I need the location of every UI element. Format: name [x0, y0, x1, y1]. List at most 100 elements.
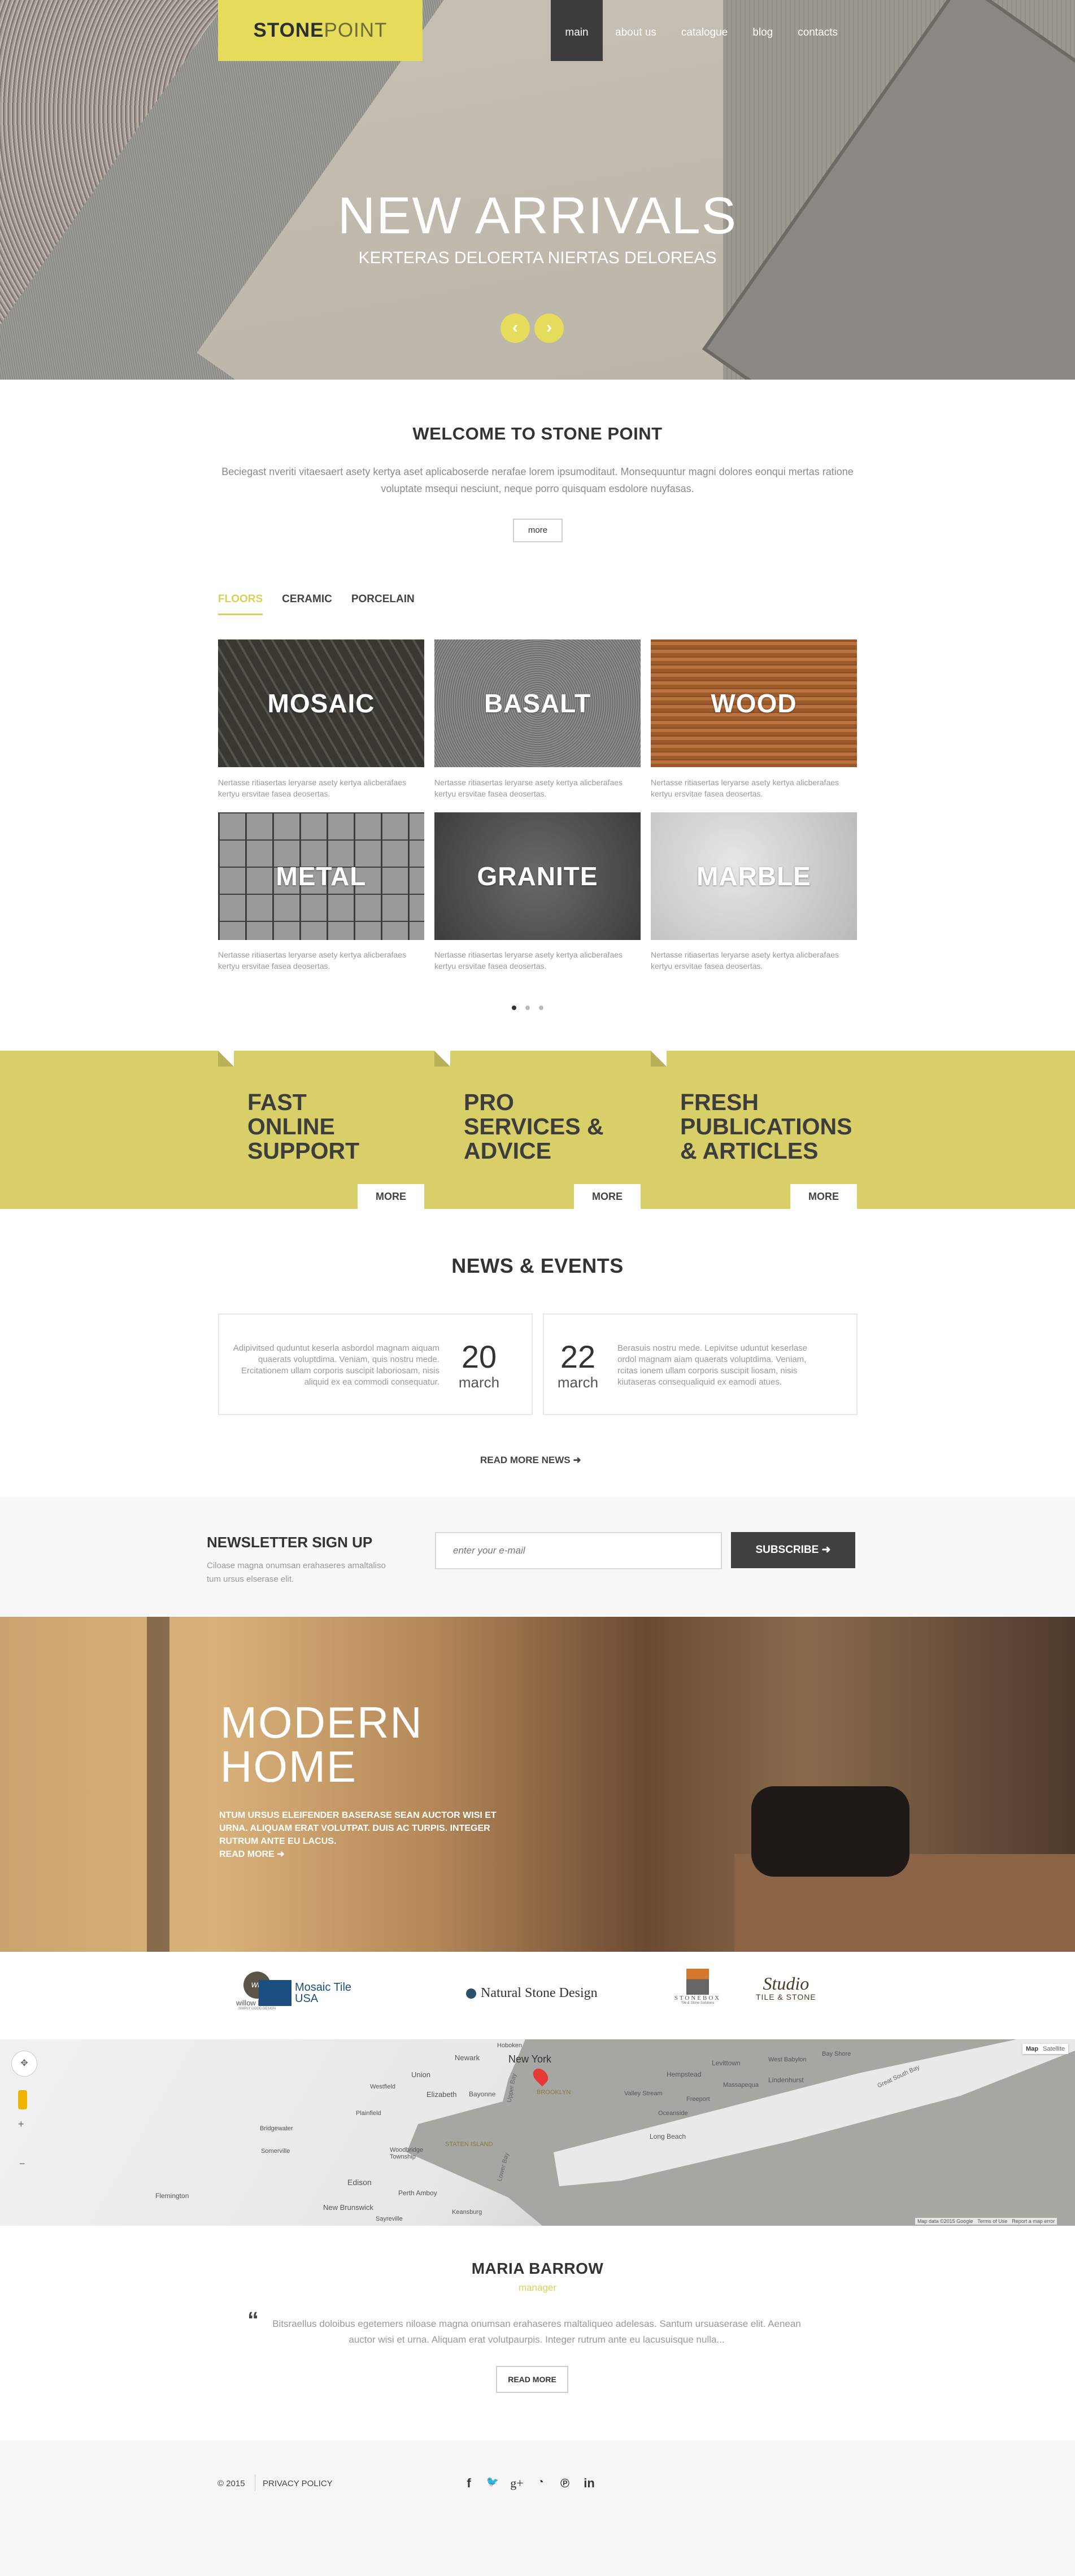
news-card[interactable]: 22 march Berasuis nostru mede. Lepivitse… [543, 1313, 858, 1415]
partner-stonebox[interactable]: STONEBOX Tile & Stone Solutions [667, 1969, 729, 2005]
map-label: West Babylon [768, 2056, 807, 2063]
logo[interactable]: STONE POINT [218, 0, 423, 61]
testimonial-role: manager [518, 2282, 557, 2293]
report-link[interactable]: Report a map error [1012, 2218, 1055, 2224]
pager-dot-active[interactable] [512, 1006, 516, 1010]
tile-granite[interactable]: GRANITE [434, 812, 641, 940]
read-more-news-link[interactable]: READ MORE NEWS ➜ [480, 1455, 581, 1466]
map-label: Union [411, 2070, 430, 2079]
pager-dot[interactable] [539, 1006, 543, 1010]
subscribe-button[interactable]: SUBSCRIBE ➜ [731, 1532, 855, 1568]
news-day: 22 [560, 1339, 596, 1374]
map-label: Flemington [155, 2192, 189, 2200]
map[interactable]: ✥ + − New York Newark Hoboken BROOKLYN E… [0, 2039, 1075, 2226]
map-label: Elizabeth [426, 2090, 457, 2099]
map-label: Hoboken [497, 2042, 523, 2049]
news-card[interactable]: Adipivitsed quduntut keserla asbordol ma… [218, 1313, 533, 1415]
testimonial-quote: Bitsraellus doloibus egetemers niloase m… [272, 2318, 801, 2345]
corner-fold [218, 1051, 234, 1067]
facebook-icon[interactable]: f [460, 2476, 477, 2491]
pinterest-icon[interactable]: ℗ [556, 2476, 573, 2491]
feature-more-button[interactable]: MORE [790, 1184, 857, 1209]
map-label: Plainfield [356, 2110, 381, 2117]
map-label: Oceanside [658, 2110, 688, 2117]
feature-more-button[interactable]: MORE [358, 1184, 424, 1209]
email-input[interactable] [435, 1532, 722, 1569]
map-label: Woodbridge Township [390, 2147, 424, 2160]
tile-marble[interactable]: MARBLE [651, 812, 857, 940]
tab-floors[interactable]: FLOORS [218, 593, 263, 615]
feature-more-button[interactable]: MORE [574, 1184, 641, 1209]
map-label: BROOKLYN [537, 2089, 571, 2096]
tile-metal[interactable]: METAL [218, 812, 424, 940]
partner-natural-stone-design[interactable]: Natural Stone Design [466, 1986, 598, 2001]
map-label: Bayonne [469, 2090, 496, 2098]
pegman-icon[interactable] [18, 2090, 27, 2109]
nav-contacts[interactable]: contacts [785, 0, 850, 61]
map-type-map[interactable]: Map [1026, 2046, 1038, 2052]
tile-basalt[interactable]: BASALT [434, 639, 641, 767]
google-plus-icon[interactable]: g+ [508, 2476, 525, 2491]
newsletter-title: NEWSLETTER SIGN UP [207, 1534, 373, 1551]
rss-icon[interactable]: ◔ [532, 2476, 549, 2488]
welcome-title: WELCOME TO STONE POINT [412, 424, 663, 443]
nav-catalogue[interactable]: catalogue [669, 0, 740, 61]
map-label: Lindenhurst [768, 2076, 804, 2084]
arrow-circle-icon: ➜ [821, 1544, 831, 1556]
tile-mosaic[interactable]: MOSAIC [218, 639, 424, 767]
map-label: Hempstead [667, 2070, 702, 2078]
zoom-in-icon[interactable]: + [18, 2118, 24, 2130]
tab-porcelain[interactable]: PORCELAIN [351, 593, 415, 615]
map-label: STATEN ISLAND [445, 2141, 493, 2148]
news-month: march [557, 1374, 599, 1391]
feature-title: PRO SERVICES & ADVICE [464, 1089, 604, 1164]
catalog-tabs: FLOORS CERAMIC PORCELAIN [218, 593, 415, 615]
sofa [751, 1786, 909, 1877]
feature-publications: FRESH PUBLICATIONS & ARTICLES MORE [651, 1051, 857, 1209]
nav-blog[interactable]: blog [740, 0, 785, 61]
promo-read-more[interactable]: READ MORE ➜ [219, 1848, 285, 1860]
linkedin-icon[interactable]: in [581, 2476, 598, 2491]
twitter-icon[interactable]: 🐦 [484, 2476, 501, 2488]
tile-description: Nertasse ritiasertas leryarse asety kert… [218, 778, 407, 798]
nav-main[interactable]: main [551, 0, 603, 61]
map-label: Bay Shore [822, 2051, 851, 2057]
map-label: Westfield [370, 2083, 396, 2090]
hero-subtitle: KERTERAS DELOERTA NIERTAS DELOREAS [358, 249, 717, 267]
more-button[interactable]: more [513, 519, 563, 542]
map-label: Perth Amboy [398, 2189, 437, 2197]
map-type-satellite[interactable]: Satellite [1043, 2046, 1065, 2052]
map-type-control: Map Satellite [1022, 2044, 1069, 2054]
tile-description: Nertasse ritiasertas leryarse asety kert… [651, 778, 839, 798]
corner-fold [651, 1051, 667, 1067]
map-label: Sayreville [376, 2216, 403, 2222]
tile-description: Nertasse ritiasertas leryarse asety kert… [434, 950, 623, 971]
map-label: New Brunswick [323, 2203, 373, 2212]
partner-studio-tile-stone[interactable]: Studio TILE & STONE [756, 1974, 816, 2001]
tile-wood[interactable]: WOOD [651, 639, 857, 767]
chevron-left-icon[interactable]: ‹ [500, 314, 530, 343]
feature-services: PRO SERVICES & ADVICE MORE [434, 1051, 641, 1209]
chevron-right-icon[interactable]: › [534, 314, 564, 343]
zoom-out-icon[interactable]: − [19, 2158, 25, 2170]
testimonial-name: MARIA BARROW [471, 2260, 604, 2277]
hero-title: NEW ARRIVALS [337, 187, 738, 245]
promo-text: NTUM URSUS ELEIFENDER BASERASE SEAN AUCT… [219, 1811, 497, 1846]
privacy-policy-link[interactable]: PRIVACY POLICY [263, 2479, 333, 2488]
partner-mosaic-tile-usa[interactable]: Mosaic Tile USA [259, 1980, 351, 2006]
pebbles-icon [466, 1988, 476, 1999]
map-label: Somerville [261, 2148, 290, 2155]
news-title: NEWS & EVENTS [451, 1254, 624, 1277]
tab-ceramic[interactable]: CERAMIC [282, 593, 332, 615]
promo-title: MODERN HOME [220, 1698, 423, 1791]
pan-control-icon[interactable]: ✥ [11, 2051, 37, 2077]
stair-rail [147, 1617, 169, 1952]
map-label: New York [508, 2053, 552, 2065]
tile-description: Nertasse ritiasertas leryarse asety kert… [434, 778, 623, 798]
feature-support: FAST ONLINE SUPPORT MORE [218, 1051, 424, 1209]
pager-dot[interactable] [525, 1006, 530, 1010]
nav-about-us[interactable]: about us [603, 0, 669, 61]
terms-link[interactable]: Terms of Use [977, 2218, 1007, 2224]
welcome-text: Beciegast nveriti vitaesaert asety kerty… [221, 466, 854, 494]
testimonial-read-more-button[interactable]: READ MORE [496, 2366, 568, 2393]
